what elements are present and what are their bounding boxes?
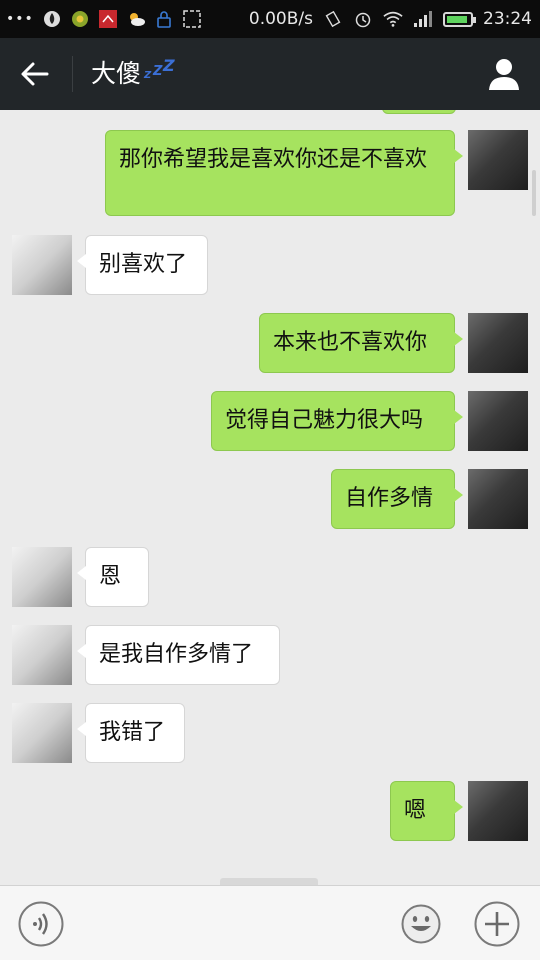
contact-avatar[interactable] <box>12 235 72 295</box>
battery-icon <box>443 11 476 27</box>
status-bar: ••• 0.00B/s 23:24 <box>0 0 540 38</box>
clock: 23:24 <box>483 9 532 29</box>
sent-message-bubble[interactable]: 觉得自己魅力很大吗 <box>211 391 463 451</box>
chat-messages[interactable]: 那你希望我是喜欢你还是不喜欢别喜欢了 本来也不喜欢你觉得自己魅力很大吗自作多情恩是… <box>0 110 540 885</box>
received-message-bubble[interactable]: 是我自作多情了 <box>77 625 280 685</box>
weather-icon <box>126 9 146 29</box>
lock-icon <box>154 9 174 29</box>
wifi-icon <box>383 9 403 29</box>
contact-profile-button[interactable] <box>486 56 522 92</box>
plus-icon <box>474 901 520 947</box>
my-avatar[interactable] <box>468 313 528 373</box>
my-avatar[interactable] <box>468 781 528 841</box>
back-button[interactable] <box>12 52 58 96</box>
contact-avatar[interactable] <box>12 625 72 685</box>
contact-avatar[interactable] <box>12 703 72 763</box>
alarm-icon <box>353 9 373 29</box>
signal-icon <box>413 9 433 29</box>
my-avatar[interactable] <box>468 130 528 190</box>
input-bar <box>0 885 540 960</box>
received-message-bubble[interactable]: 恩 <box>77 547 149 607</box>
flame-icon <box>42 9 62 29</box>
contact-avatar[interactable] <box>12 547 72 607</box>
dots-icon: ••• <box>6 11 34 27</box>
my-avatar[interactable] <box>468 469 528 529</box>
chat-header: 大傻 Z Z Z <box>0 38 540 110</box>
vibrate-icon <box>323 9 343 29</box>
app-icon <box>70 9 90 29</box>
person-icon <box>489 59 519 90</box>
scrollbar[interactable] <box>532 170 536 216</box>
contact-name[interactable]: 大傻 <box>91 58 141 90</box>
screenshot-icon <box>182 9 202 29</box>
emoji-button[interactable] <box>401 904 441 944</box>
header-divider <box>72 56 73 92</box>
email-icon <box>98 9 118 29</box>
sent-message-bubble[interactable]: 自作多情 <box>331 469 463 529</box>
emoji-icon <box>401 904 441 944</box>
more-options-button[interactable] <box>474 901 520 947</box>
sent-message-bubble[interactable]: 那你希望我是喜欢你还是不喜欢 <box>105 130 463 216</box>
network-speed: 0.00B/s <box>248 9 313 29</box>
previous-message-bubble[interactable] <box>382 110 456 114</box>
my-avatar[interactable] <box>468 391 528 451</box>
received-message-bubble[interactable]: 别喜欢了 <box>77 235 208 295</box>
voice-button[interactable] <box>18 901 64 947</box>
voice-icon <box>18 901 64 947</box>
received-message-bubble[interactable]: 我错了 <box>77 703 185 763</box>
sent-message-bubble[interactable]: 本来也不喜欢你 <box>259 313 463 373</box>
sent-message-bubble[interactable]: 嗯 <box>390 781 463 841</box>
arrow-left-icon <box>21 62 49 86</box>
